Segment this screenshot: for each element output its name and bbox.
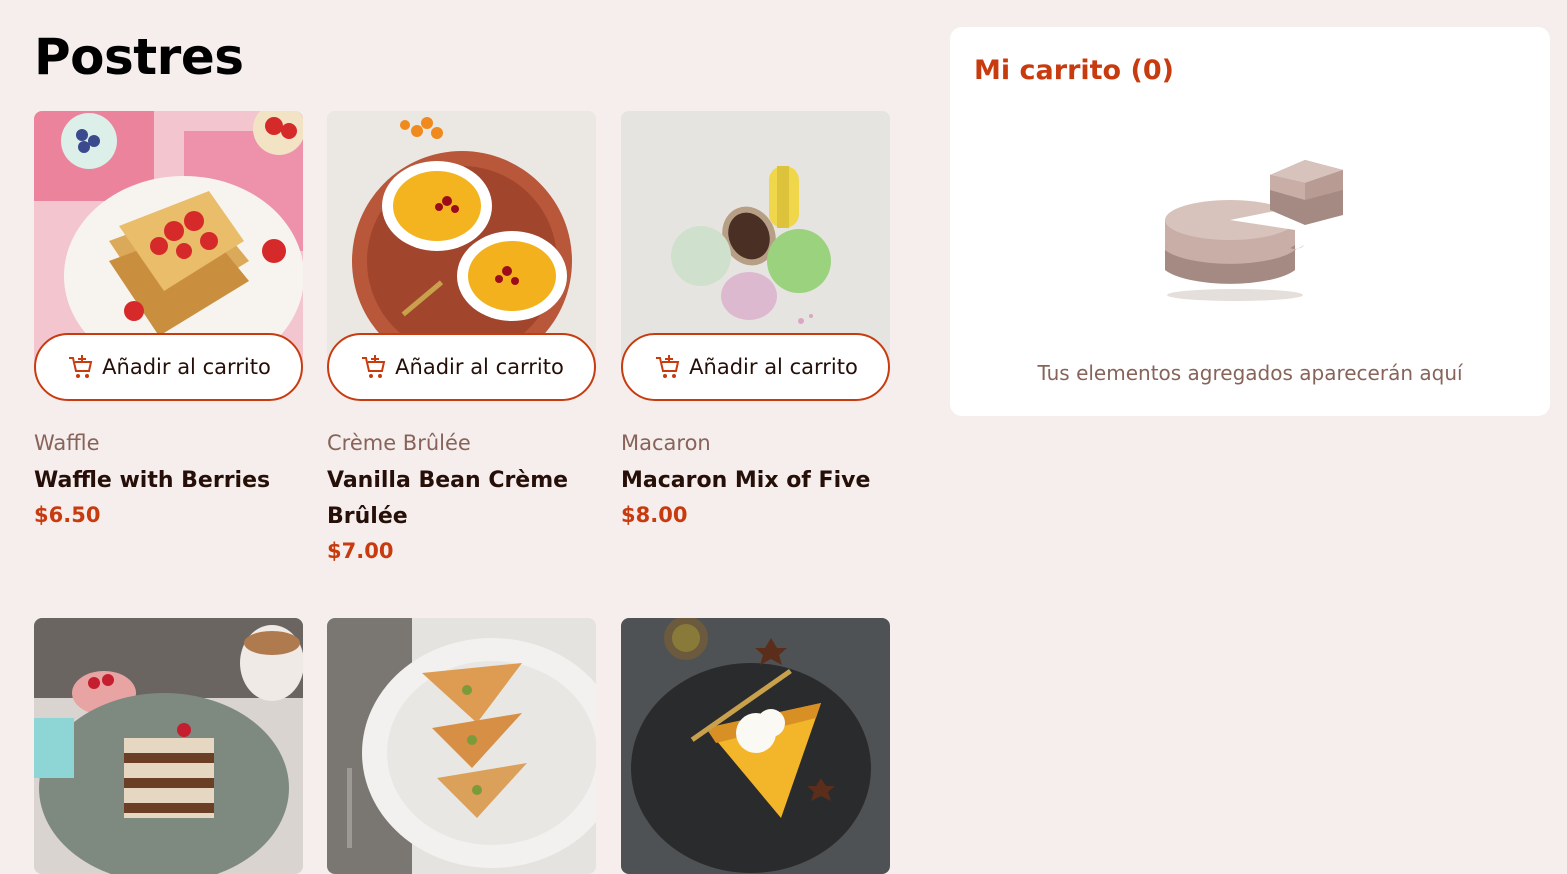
product-name: Vanilla Bean Crème Brûlée <box>327 468 569 529</box>
macaron-image <box>621 111 890 367</box>
product-name: Waffle with Berries <box>34 468 271 493</box>
add-to-cart-label: Añadir al carrito <box>102 355 271 379</box>
add-to-cart-label: Añadir al carrito <box>689 355 858 379</box>
waffle-image <box>34 111 303 367</box>
tiramisu-image <box>34 618 303 874</box>
pie-image <box>621 618 890 874</box>
cart-add-icon <box>362 355 386 378</box>
product-category: Crème Brûlée <box>327 431 471 455</box>
cart-add-icon <box>656 355 680 378</box>
product-price: $6.50 <box>34 503 101 527</box>
add-to-cart-label: Añadir al carrito <box>395 355 564 379</box>
product-price: $8.00 <box>621 503 688 527</box>
cart-empty-message: Tus elementos agregados aparecerán aquí <box>1037 361 1463 385</box>
cart-add-icon <box>69 355 93 378</box>
product-category: Waffle <box>34 431 100 455</box>
cart-title: Mi carrito (0) <box>974 55 1174 86</box>
product-category: Macaron <box>621 431 711 455</box>
cart-panel: Mi carrito (0) Tus elementos agregados a… <box>950 27 1550 416</box>
empty-cake-icon <box>1165 160 1343 301</box>
product-price: $7.00 <box>327 539 394 563</box>
page-title: Postres <box>34 28 244 86</box>
add-to-cart-button[interactable]: Añadir al carrito <box>621 333 890 401</box>
creme-brulee-image <box>327 111 596 367</box>
add-to-cart-button[interactable]: Añadir al carrito <box>34 333 303 401</box>
product-name: Macaron Mix of Five <box>621 468 871 493</box>
baklava-image <box>327 618 596 874</box>
add-to-cart-button[interactable]: Añadir al carrito <box>327 333 596 401</box>
